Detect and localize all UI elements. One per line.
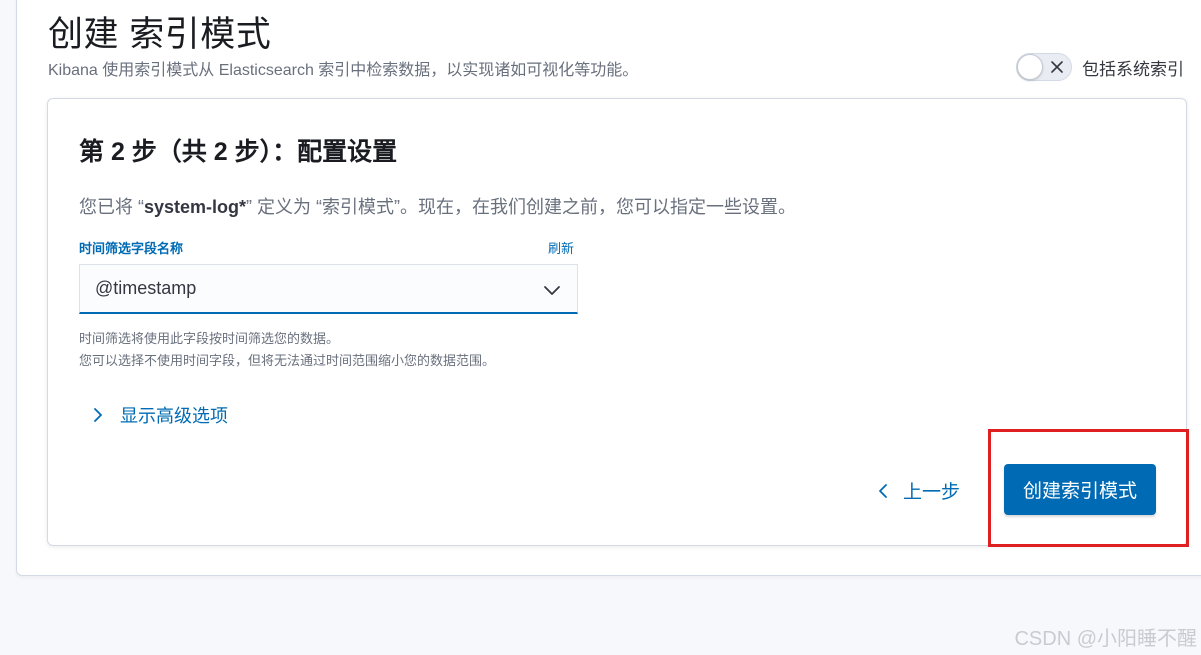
create-index-pattern-button[interactable]: 创建索引模式 bbox=[1004, 464, 1156, 515]
chevron-down-icon bbox=[544, 286, 560, 295]
back-button-label: 上一步 bbox=[903, 482, 961, 503]
step-description: 您已将 “system-log*” 定义为 “索引模式”。现在，在我们创建之前，… bbox=[79, 193, 796, 219]
index-pattern-name: system-log* bbox=[144, 197, 247, 217]
step-title: 第 2 步（共 2 步）：配置设置 bbox=[79, 138, 398, 166]
back-button[interactable]: 上一步 bbox=[875, 477, 960, 504]
page-title: 创建 索引模式 bbox=[48, 15, 272, 54]
step-desc-suffix: ” 定义为 “索引模式”。现在，在我们创建之前，您可以指定一些设置。 bbox=[246, 197, 797, 217]
include-system-indices-toggle[interactable] bbox=[1016, 53, 1072, 81]
refresh-link[interactable]: 刷新 bbox=[548, 238, 574, 257]
include-system-indices-label: 包括系统索引 bbox=[1082, 59, 1184, 79]
time-field-label: 时间筛选字段名称 bbox=[79, 241, 184, 256]
configure-settings-card: 第 2 步（共 2 步）：配置设置 您已将 “system-log*” 定义为 … bbox=[47, 98, 1187, 546]
include-system-indices: 包括系统索引 bbox=[1016, 53, 1184, 81]
time-field-select[interactable]: @timestamp bbox=[79, 264, 578, 314]
chevron-right-icon bbox=[94, 408, 102, 422]
close-icon bbox=[1051, 61, 1063, 73]
toggle-knob bbox=[1017, 54, 1043, 80]
page-subtitle: Kibana 使用索引模式从 Elasticsearch 索引中检索数据，以实现… bbox=[48, 62, 639, 79]
time-field-help-2: 您可以选择不使用时间字段，但将无法通过时间范围缩小您的数据范围。 bbox=[79, 353, 496, 368]
watermark: CSDN @小阳睡不醒 bbox=[1014, 628, 1197, 650]
step-desc-prefix: 您已将 “ bbox=[79, 197, 144, 217]
chevron-left-icon bbox=[879, 483, 887, 498]
time-field-help-1: 时间筛选将使用此字段按时间筛选您的数据。 bbox=[79, 331, 340, 346]
show-advanced-options[interactable]: 显示高级选项 bbox=[90, 402, 228, 428]
time-field-selected-value: @timestamp bbox=[95, 278, 197, 298]
show-advanced-options-label: 显示高级选项 bbox=[120, 406, 228, 426]
